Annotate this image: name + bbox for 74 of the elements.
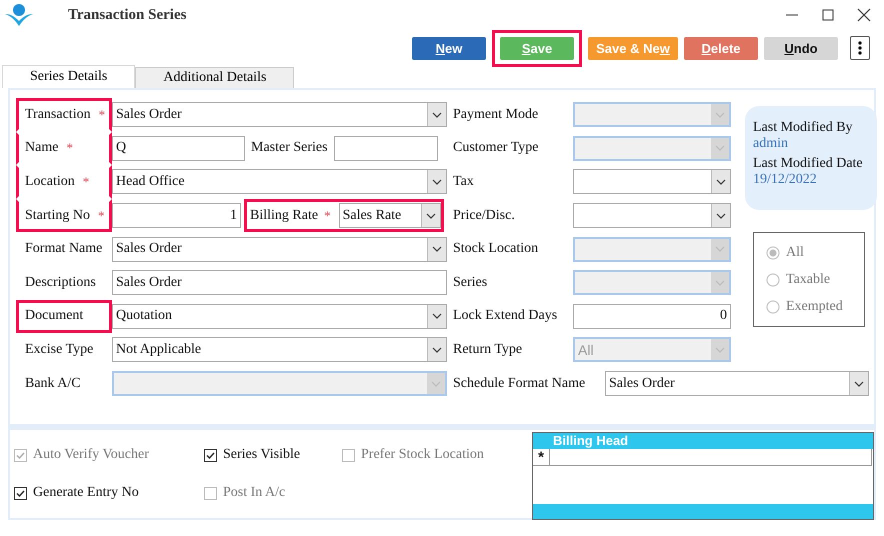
chevron-down-icon (716, 178, 726, 185)
info-label: Last Modified By (753, 120, 854, 136)
input-field[interactable] (334, 136, 438, 161)
checkbox-icon (342, 448, 355, 462)
dropdown[interactable]: Sales Order (605, 371, 869, 396)
info-label: Last Modified Date (753, 156, 864, 172)
dropdown[interactable]: Sales Order (112, 102, 447, 128)
chevron-down-icon (715, 280, 725, 286)
field-label: Customer Type (453, 140, 540, 156)
field-label: Format Name (25, 241, 102, 258)
field-label: Payment Mode (453, 106, 540, 123)
more-menu-icon[interactable] (850, 36, 870, 60)
chevron-down-icon (715, 145, 725, 152)
checkbox-icon (204, 486, 217, 500)
chevron-down-icon (715, 346, 725, 353)
chevron-down-icon (432, 246, 442, 252)
chevron-down-icon (431, 380, 441, 387)
dropdown[interactable] (573, 169, 731, 194)
field-label: Billing Rate (250, 208, 318, 224)
checkbox[interactable]: Series Visible (204, 436, 342, 474)
info-value: admin (753, 136, 789, 152)
close-icon[interactable] (856, 7, 872, 23)
input-field[interactable]: Q (112, 136, 245, 161)
field-label: Price/Disc. (453, 208, 516, 224)
dropdown[interactable]: Quotation (112, 304, 447, 329)
required-mark: * (66, 140, 73, 156)
checkbox-icon (204, 448, 217, 462)
checkbox-icon (14, 448, 27, 462)
tab[interactable]: Additional Details (135, 67, 294, 88)
toolbar-button[interactable]: New (412, 36, 486, 60)
dropdown[interactable] (573, 203, 731, 228)
field-label: Lock Extend Days (453, 308, 558, 324)
input-field[interactable]: Sales Order (112, 270, 447, 296)
chevron-down-icon (426, 212, 436, 219)
info-value: 19/12/2022 (753, 172, 818, 188)
field-label: Master Series (251, 140, 328, 156)
chevron-down-icon (715, 246, 725, 252)
chevron-down-icon (432, 112, 442, 118)
number-field[interactable]: 0 (573, 304, 731, 329)
chevron-down-icon (432, 178, 442, 185)
required-mark: * (98, 106, 106, 123)
field-label: Location (25, 174, 75, 190)
column-header: Billing Head (552, 433, 628, 449)
chevron-down-icon (854, 380, 864, 387)
chevron-down-icon (432, 346, 442, 353)
dropdown[interactable]: Not Applicable (112, 337, 447, 362)
dropdown[interactable]: Head Office (112, 169, 447, 194)
checkbox-icon (14, 486, 27, 500)
toolbar-button[interactable]: Undo (764, 36, 838, 60)
required-mark: * (324, 208, 331, 224)
chevron-down-icon (432, 313, 442, 320)
field-label: Excise Type (25, 342, 94, 358)
field-label: Document (25, 308, 84, 324)
field-label: Series (453, 274, 488, 291)
field-label: Name (25, 140, 58, 156)
field-label: Transaction (25, 106, 91, 123)
field-label: Bank A/C (25, 376, 81, 392)
required-mark: * (98, 208, 104, 224)
maximize-icon[interactable] (820, 7, 836, 23)
field-label: Schedule Format Name (453, 376, 586, 392)
field-label: Starting No (25, 208, 90, 224)
chevron-down-icon (716, 212, 726, 219)
chevron-down-icon (715, 112, 725, 118)
number-field[interactable]: 1 (112, 203, 241, 228)
window-title: Transaction Series (68, 6, 188, 24)
checkbox[interactable]: Generate Entry No (14, 474, 204, 512)
dropdown[interactable]: Sales Rate (338, 203, 441, 228)
tab[interactable]: Series Details (2, 65, 136, 88)
dropdown[interactable]: Sales Order (112, 236, 447, 262)
field-label: Stock Location (453, 241, 540, 258)
field-label: Descriptions (25, 274, 96, 291)
required-mark: * (82, 174, 90, 190)
field-label: Return Type (453, 342, 524, 358)
field-label: Tax (453, 174, 475, 190)
